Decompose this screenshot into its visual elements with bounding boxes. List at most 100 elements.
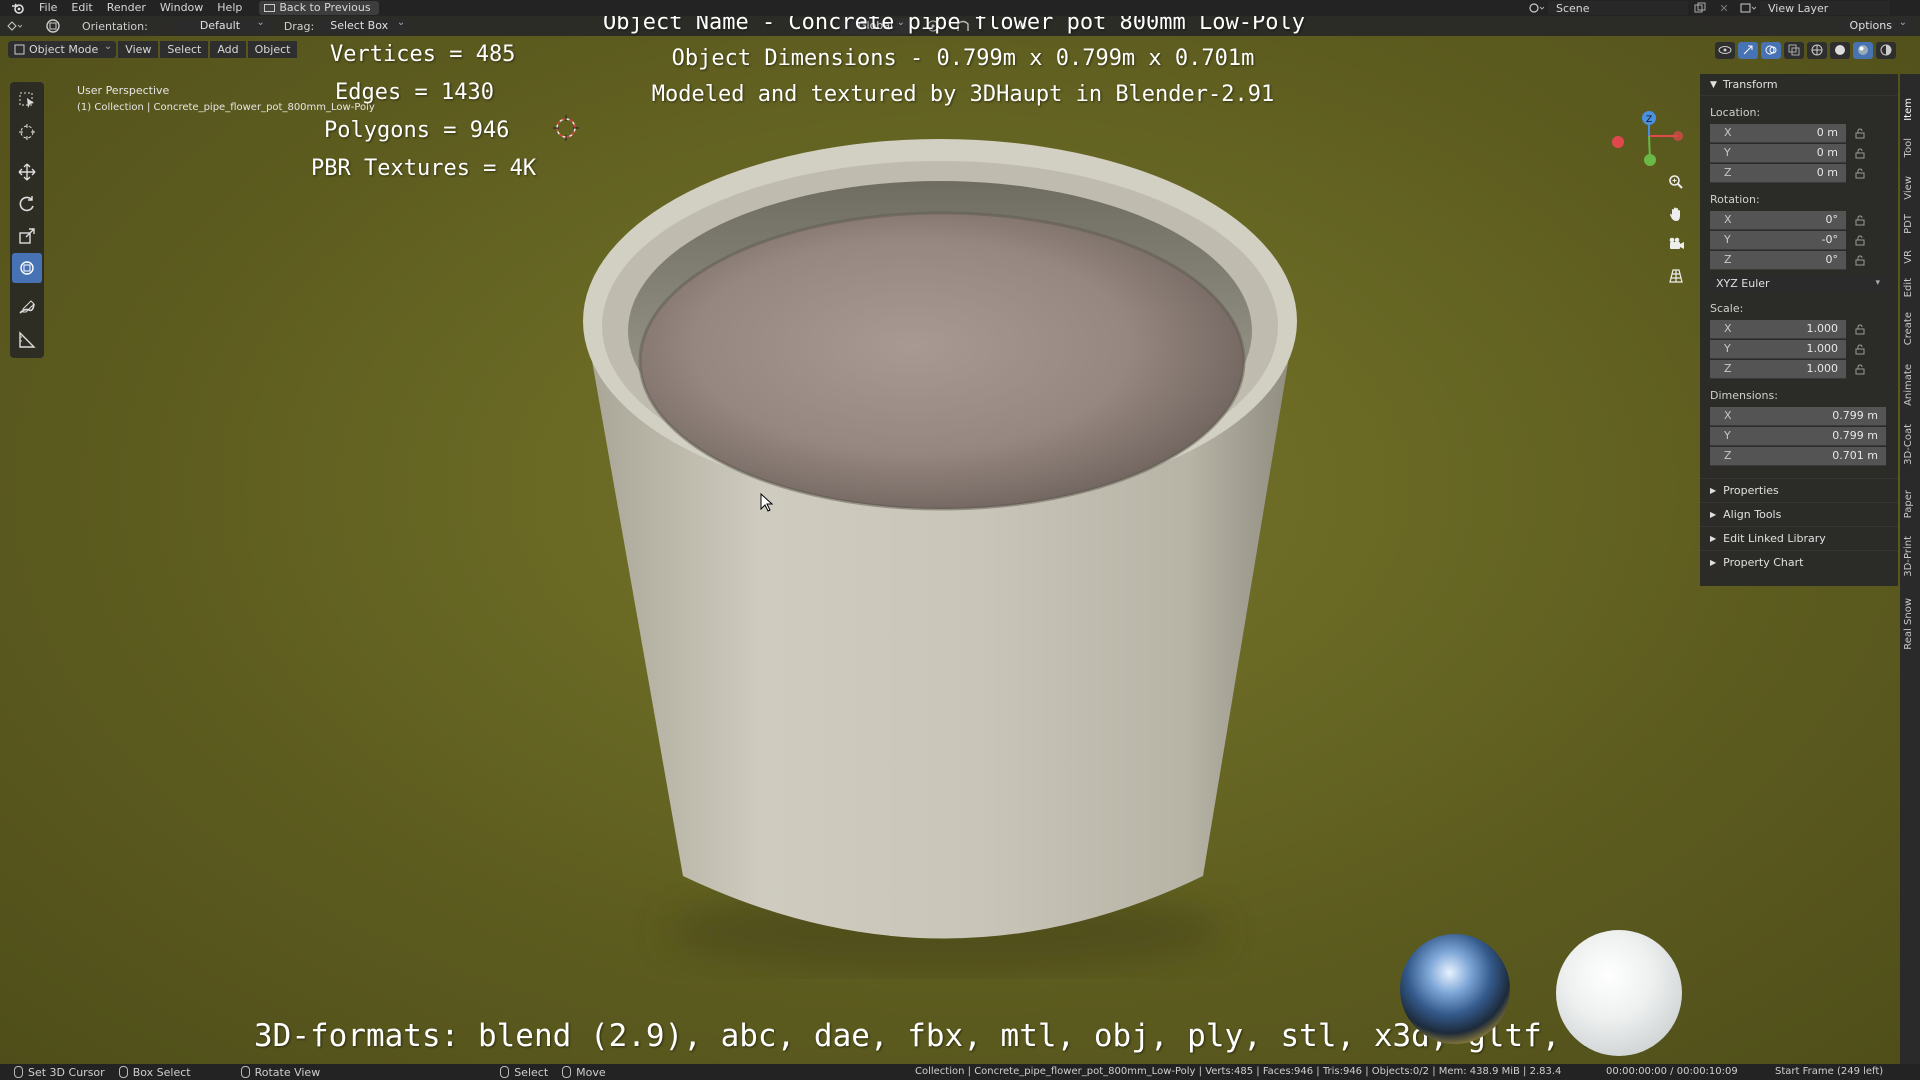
polygons-count: Polygons = 946 [324,118,510,143]
location-x-axis: X [1724,126,1732,139]
move-tool-icon[interactable] [12,157,42,187]
view-layer-field[interactable]: View Layer [1760,1,1890,15]
property-chart-panel-title: Property Chart [1723,556,1804,569]
menu-file[interactable]: File [32,0,64,16]
transform-panel-header[interactable]: ▼ Transform [1700,74,1898,96]
menu-object[interactable]: Object [247,40,298,58]
drag-dropdown[interactable]: Select Box [322,16,411,34]
rotation-x-field[interactable]: X 0° [1710,210,1846,230]
lock-icon[interactable] [1846,323,1874,335]
tab-edit[interactable]: Edit [1903,278,1914,297]
rotation-x-value: 0° [1825,213,1839,226]
location-y-field[interactable]: Y 0 m [1710,143,1846,163]
lock-icon[interactable] [1846,234,1874,246]
rotate-tool-icon[interactable] [12,189,42,219]
3d-viewport[interactable]: Orientation: Default Drag: Select Box Gl… [0,16,1920,1064]
lock-icon[interactable] [1846,254,1874,266]
close-scene-icon[interactable]: ✕ [1712,1,1736,15]
camera-view-icon[interactable] [1664,232,1688,256]
property-chart-panel-header[interactable]: ▶ Property Chart [1700,550,1898,574]
menu-window[interactable]: Window [153,0,210,16]
expand-triangle-icon: ▶ [1710,510,1717,519]
zoom-icon[interactable] [1664,170,1688,194]
tab-3d-coat[interactable]: 3D-Coat [1903,424,1914,465]
orientation-label: Orientation: [82,19,148,33]
object-mode-dropdown[interactable]: Object Mode [8,38,117,58]
editor-type-icon[interactable] [0,17,26,35]
rotation-label: Rotation: [1710,193,1760,206]
location-z-field[interactable]: Z 0 m [1710,163,1846,183]
expand-triangle-icon: ▶ [1710,558,1717,567]
tab-3d-print[interactable]: 3D-Print [1903,536,1914,577]
measure-tool-icon[interactable] [12,325,42,355]
lock-icon[interactable] [1846,127,1874,139]
scale-x-value: 1.000 [1806,322,1839,335]
wireframe-shading-icon[interactable] [1807,41,1827,59]
tab-tool[interactable]: Tool [1903,138,1914,157]
blender-logo-icon[interactable] [10,1,26,15]
tab-create[interactable]: Create [1903,312,1914,345]
drag-value: Select Box [330,19,389,32]
scale-tool-icon[interactable] [12,221,42,251]
menu-view[interactable]: View [118,40,159,58]
lock-icon[interactable] [1846,214,1874,226]
dimensions-z-field[interactable]: Z 0.701 m [1710,446,1886,466]
tab-real-snow[interactable]: Real Snow [1903,598,1914,650]
tab-item[interactable]: Item [1903,98,1914,121]
playback-time: 00:00:00:00 / 00:00:10:09 [1606,1066,1738,1077]
rendered-shading-icon[interactable] [1876,41,1896,59]
gizmo-toggle-icon[interactable] [1738,41,1758,59]
orientation-dropdown[interactable]: Default [173,16,270,34]
edit-linked-library-panel-header[interactable]: ▶ Edit Linked Library [1700,526,1898,550]
menu-help[interactable]: Help [210,0,249,16]
rotation-z-field[interactable]: Z 0° [1710,250,1846,270]
lock-icon[interactable] [1846,167,1874,179]
annotate-tool-icon[interactable] [12,293,42,323]
material-preview-shading-icon[interactable] [1853,41,1873,59]
dimensions-y-field[interactable]: Y 0.799 m [1710,426,1886,446]
tab-vr[interactable]: VR [1903,250,1914,264]
object-name-title: Object Name - Concrete pipe flower pot 8… [603,16,1305,35]
scale-y-field[interactable]: Y 1.000 [1710,339,1846,359]
select-box-tool-icon[interactable] [12,85,42,115]
tab-animate[interactable]: Animate [1903,364,1914,406]
tab-paper[interactable]: Paper [1903,490,1914,518]
navigation-gizmo[interactable]: Z [1604,96,1684,176]
align-tools-panel-title: Align Tools [1723,508,1782,521]
active-collection-label: (1) Collection | Concrete_pipe_flower_po… [77,102,375,113]
xray-icon[interactable] [1784,41,1804,59]
view-layer-browse-icon[interactable] [1736,1,1760,15]
align-tools-panel-header[interactable]: ▶ Align Tools [1700,502,1898,526]
tab-view[interactable]: View [1903,176,1914,200]
location-label: Location: [1710,106,1761,119]
cursor-tool-icon[interactable] [12,117,42,147]
lock-icon[interactable] [1846,147,1874,159]
options-dropdown[interactable]: Options [1841,16,1912,34]
overlays-toggle-icon[interactable] [1761,41,1781,59]
lock-icon[interactable] [1846,363,1874,375]
pan-hand-icon[interactable] [1664,202,1688,226]
copy-scene-icon[interactable] [1688,1,1712,15]
object-mode-gear-icon[interactable] [40,17,66,35]
menu-render[interactable]: Render [100,0,153,16]
solid-shading-icon[interactable] [1830,41,1850,59]
visibility-icon[interactable] [1715,41,1735,59]
dimensions-x-field[interactable]: X 0.799 m [1710,406,1886,426]
location-x-field[interactable]: X 0 m [1710,123,1846,143]
back-to-previous-button[interactable]: Back to Previous [259,1,379,15]
transform-tool-icon[interactable] [12,253,42,283]
perspective-toggle-icon[interactable] [1664,264,1688,288]
rotate-view-text: Rotate View [254,1065,321,1079]
menu-select[interactable]: Select [160,40,209,58]
menu-edit[interactable]: Edit [64,0,99,16]
scale-x-field[interactable]: X 1.000 [1710,319,1846,339]
menu-add[interactable]: Add [210,40,246,58]
rotation-y-field[interactable]: Y -0° [1710,230,1846,250]
rotation-mode-dropdown[interactable]: XYZ Euler ▾ [1710,274,1886,292]
scale-z-field[interactable]: Z 1.000 [1710,359,1846,379]
scene-name-field[interactable]: Scene [1548,1,1688,15]
properties-panel-header[interactable]: ▶ Properties [1700,478,1898,502]
lock-icon[interactable] [1846,343,1874,355]
scene-browse-icon[interactable] [1524,1,1548,15]
tab-pdt[interactable]: PDT [1903,214,1914,234]
